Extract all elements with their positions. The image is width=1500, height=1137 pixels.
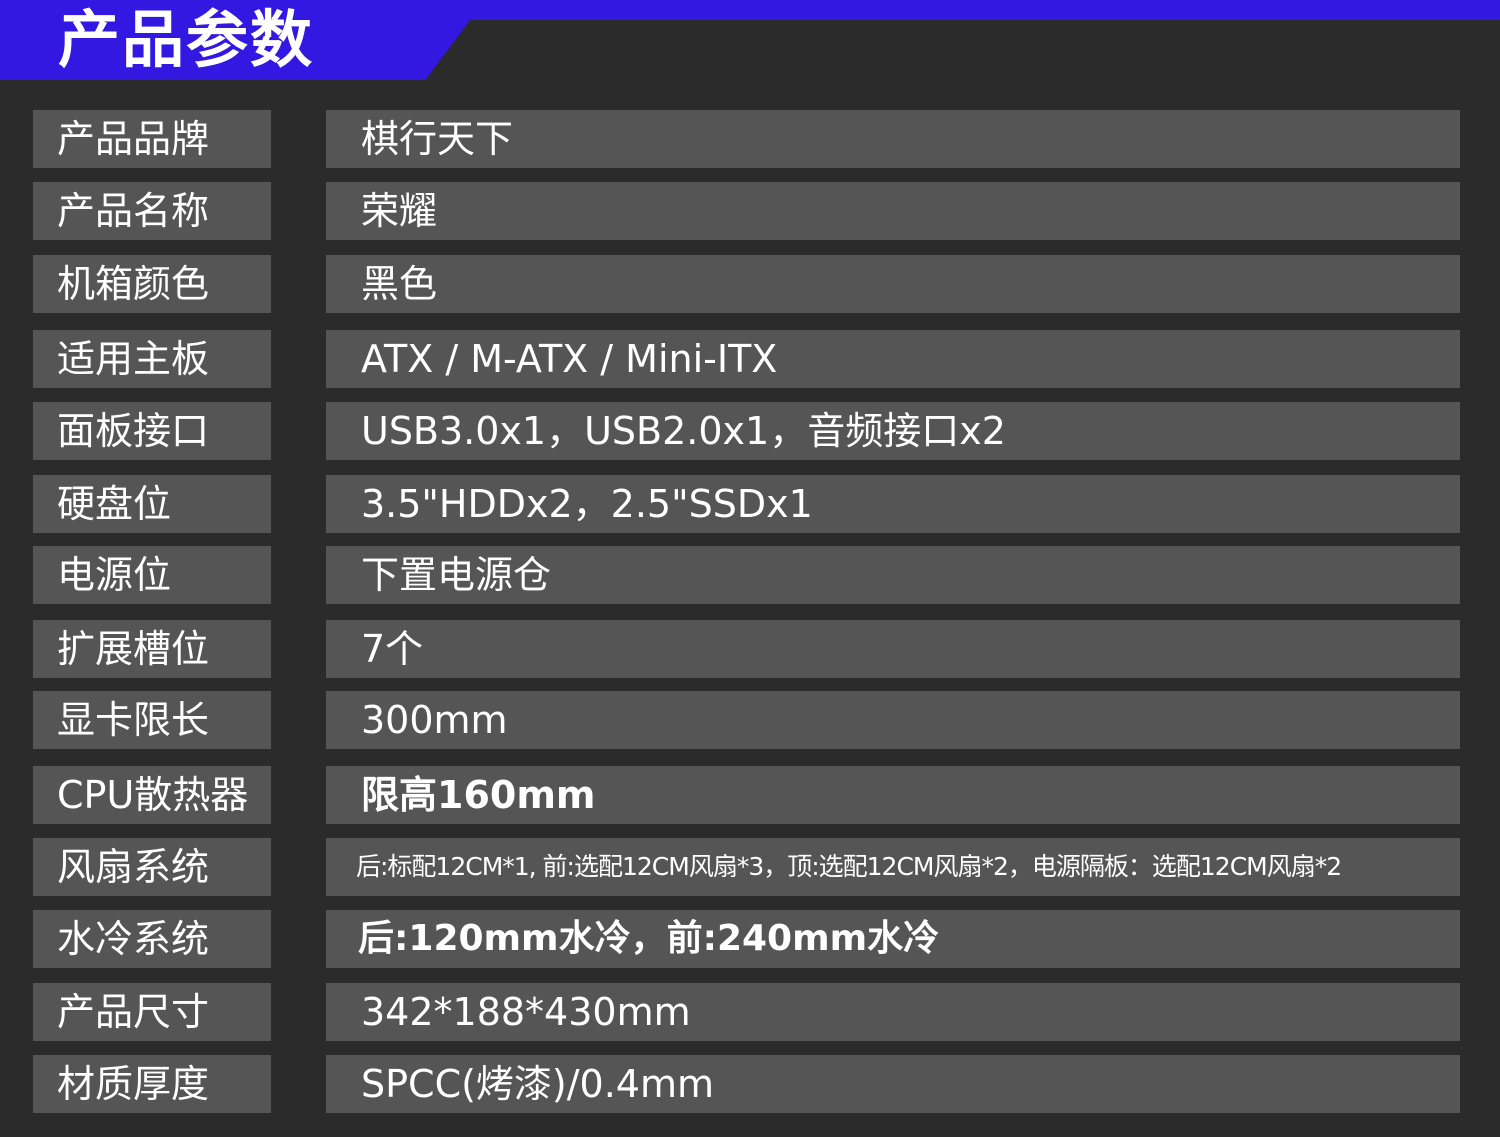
spec-value: 7个	[326, 620, 1460, 678]
spec-value: 342*188*430mm	[326, 983, 1460, 1041]
spec-value: 荣耀	[326, 182, 1460, 240]
spec-value: USB3.0x1，USB2.0x1，音频接口x2	[326, 402, 1460, 460]
spec-label: 硬盘位	[33, 475, 271, 533]
spec-label: 扩展槽位	[33, 620, 271, 678]
spec-row-gpu-length: 显卡限长 300mm	[0, 691, 1500, 749]
spec-label: 产品名称	[33, 182, 271, 240]
spec-label: CPU散热器	[33, 766, 271, 824]
spec-label: 显卡限长	[33, 691, 271, 749]
spec-row-color: 机箱颜色 黑色	[0, 255, 1500, 313]
spec-row-water-cooling: 水冷系统 后:120mm水冷，前:240mm水冷	[0, 910, 1500, 968]
spec-row-psu: 电源位 下置电源仓	[0, 546, 1500, 604]
spec-value: 3.5"HDDx2，2.5"SSDx1	[326, 475, 1460, 533]
spec-value: SPCC(烤漆)/0.4mm	[326, 1055, 1460, 1113]
spec-label: 适用主板	[33, 330, 271, 388]
spec-value: 限高160mm	[326, 766, 1460, 824]
page-title: 产品参数	[58, 3, 315, 76]
spec-row-brand: 产品品牌 棋行天下	[0, 110, 1500, 168]
spec-value: 后:标配12CM*1, 前:选配12CM风扇*3，顶:选配12CM风扇*2，电源…	[326, 838, 1460, 896]
spec-label: 水冷系统	[33, 910, 271, 968]
spec-label: 面板接口	[33, 402, 271, 460]
spec-row-motherboard: 适用主板 ATX / M-ATX / Mini-ITX	[0, 330, 1500, 388]
spec-label: 产品尺寸	[33, 983, 271, 1041]
spec-row-expansion-slots: 扩展槽位 7个	[0, 620, 1500, 678]
spec-label: 机箱颜色	[33, 255, 271, 313]
spec-value: 黑色	[326, 255, 1460, 313]
spec-row-dimensions: 产品尺寸 342*188*430mm	[0, 983, 1500, 1041]
spec-value: ATX / M-ATX / Mini-ITX	[326, 330, 1460, 388]
spec-value: 300mm	[326, 691, 1460, 749]
spec-value: 棋行天下	[326, 110, 1460, 168]
spec-label: 产品品牌	[33, 110, 271, 168]
spec-row-material: 材质厚度 SPCC(烤漆)/0.4mm	[0, 1055, 1500, 1113]
spec-label: 风扇系统	[33, 838, 271, 896]
spec-value: 后:120mm水冷，前:240mm水冷	[326, 910, 1460, 968]
spec-row-name: 产品名称 荣耀	[0, 182, 1500, 240]
spec-value: 下置电源仓	[326, 546, 1460, 604]
spec-row-drive-bays: 硬盘位 3.5"HDDx2，2.5"SSDx1	[0, 475, 1500, 533]
spec-row-ports: 面板接口 USB3.0x1，USB2.0x1，音频接口x2	[0, 402, 1500, 460]
spec-label: 电源位	[33, 546, 271, 604]
spec-row-cpu-cooler: CPU散热器 限高160mm	[0, 766, 1500, 824]
spec-row-fans: 风扇系统 后:标配12CM*1, 前:选配12CM风扇*3，顶:选配12CM风扇…	[0, 838, 1500, 896]
spec-label: 材质厚度	[33, 1055, 271, 1113]
